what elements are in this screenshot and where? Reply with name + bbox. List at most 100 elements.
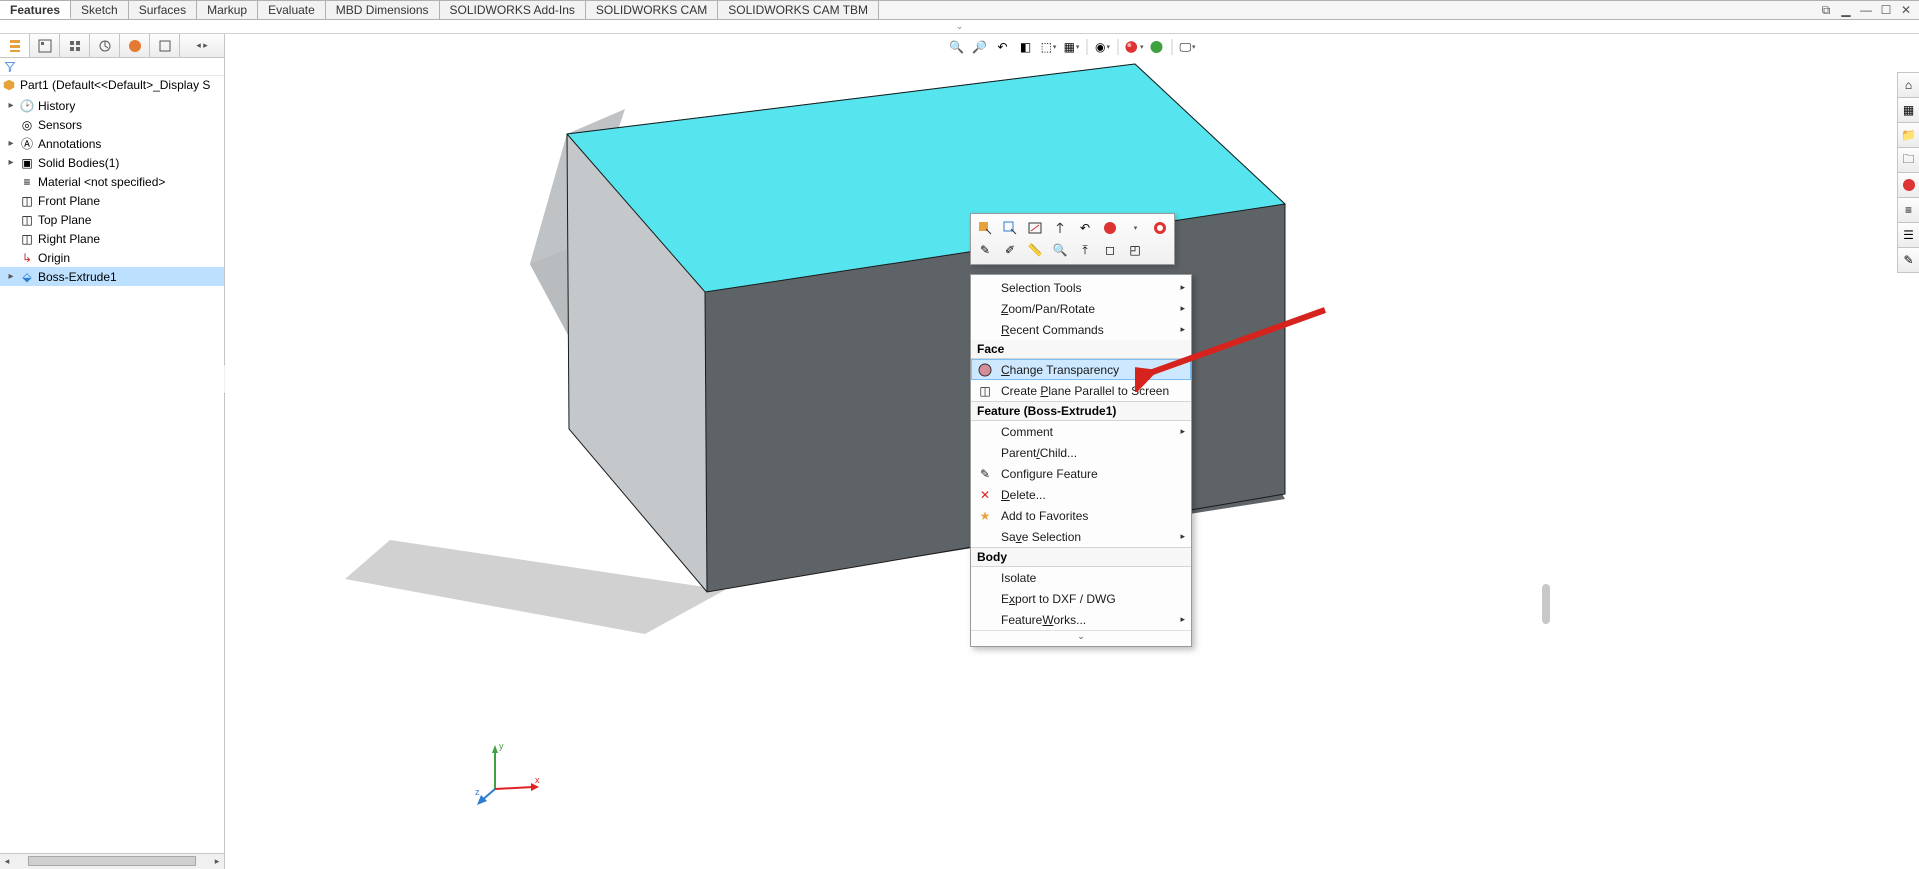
feature-tree: ▸🕑History ◎Sensors ▸ⒶAnnotations ▸▣Solid…: [0, 94, 224, 853]
menu-parent-child[interactable]: Parent/Child...: [971, 442, 1191, 463]
material-icon: ≡: [19, 174, 35, 190]
favorite-icon: ★: [977, 508, 993, 524]
taskpane-library-icon[interactable]: 📁: [1897, 122, 1919, 148]
tree-item-front-plane[interactable]: ◫Front Plane: [0, 191, 224, 210]
menu-selection-tools[interactable]: Selection Tools▸: [971, 277, 1191, 298]
tree-item-top-plane[interactable]: ◫Top Plane: [0, 210, 224, 229]
undo-icon[interactable]: ↶: [1075, 218, 1095, 238]
menu-expand-chevron[interactable]: ⌄: [971, 630, 1191, 644]
tree-item-right-plane[interactable]: ◫Right Plane: [0, 229, 224, 248]
tab-surfaces[interactable]: Surfaces: [129, 0, 197, 19]
taskpane-explorer-icon[interactable]: 🗀: [1897, 147, 1919, 173]
sketch-on-face-icon[interactable]: [1025, 218, 1045, 238]
tree-item-annotations[interactable]: ▸ⒶAnnotations: [0, 134, 224, 153]
doc-minimize-icon[interactable]: ▁: [1839, 3, 1853, 17]
edit-feature-icon[interactable]: [975, 218, 995, 238]
feature-manager-tabs: ◂ ▸: [0, 34, 224, 58]
insert-sketch-icon[interactable]: ✎: [975, 240, 995, 260]
feature-tree-root-label: Part1 (Default<<Default>_Display S: [20, 78, 210, 92]
tab-evaluate[interactable]: Evaluate: [258, 0, 326, 19]
tree-label: Annotations: [38, 137, 101, 151]
menu-save-selection[interactable]: Save Selection▸: [971, 526, 1191, 547]
taskpane-appearance-icon[interactable]: ≡: [1897, 197, 1919, 223]
tab-markup[interactable]: Markup: [197, 0, 258, 19]
ribbon-collapse-handle[interactable]: ⌄: [0, 20, 1919, 34]
tab-solidworks-cam[interactable]: SOLIDWORKS CAM: [586, 0, 718, 19]
menu-change-transparency[interactable]: Change Transparency: [971, 359, 1191, 380]
extrude-icon: ⬙: [19, 269, 35, 285]
tab-solidworks-addins[interactable]: SOLIDWORKS Add-Ins: [440, 0, 586, 19]
graphics-scrollbar: [1542, 584, 1550, 624]
tree-label: Right Plane: [38, 232, 100, 246]
menu-delete[interactable]: ✕Delete...: [971, 484, 1191, 505]
fm-tab-tree[interactable]: [0, 34, 30, 57]
menu-zoom-pan-rotate[interactable]: Zoom/Pan/Rotate▸: [971, 298, 1191, 319]
svg-text:x: x: [535, 775, 540, 785]
view-triad[interactable]: y x z: [475, 739, 545, 809]
plane-icon: ◫: [19, 212, 35, 228]
appearance2-icon[interactable]: [1150, 218, 1170, 238]
menu-configure-feature[interactable]: ✎Configure Feature: [971, 463, 1191, 484]
tree-item-history[interactable]: ▸🕑History: [0, 96, 224, 115]
app-close-icon[interactable]: ✕: [1899, 3, 1913, 17]
taskpane-customprops-icon[interactable]: ☰: [1897, 222, 1919, 248]
measure-icon[interactable]: 📏: [1025, 240, 1045, 260]
tab-sketch[interactable]: Sketch: [71, 0, 129, 19]
plane-icon: ◫: [19, 193, 35, 209]
tree-item-origin[interactable]: ↳Origin: [0, 248, 224, 267]
menu-recent-commands[interactable]: Recent Commands▸: [971, 319, 1191, 340]
normal-to-icon[interactable]: [1050, 218, 1070, 238]
funnel-icon[interactable]: [4, 61, 16, 73]
menu-featureworks[interactable]: FeatureWorks...▸: [971, 609, 1191, 630]
tab-mbd-dimensions[interactable]: MBD Dimensions: [326, 0, 440, 19]
feature-manager-panel: ◂ ▸ Part1 (Default<<Default>_Display S ▸…: [0, 34, 225, 869]
context-toolbar: ↶ ✎ ✐ 📏 🔍 ⤒ ◻ ◰: [970, 213, 1175, 265]
fm-tab-config[interactable]: [60, 34, 90, 57]
menu-comment[interactable]: Comment▸: [971, 421, 1191, 442]
doc-restore-icon[interactable]: ⧉: [1819, 3, 1833, 17]
tree-item-boss-extrude1[interactable]: ▸⬙Boss-Extrude1: [0, 267, 224, 286]
fm-tab-dimxpert[interactable]: [90, 34, 120, 57]
tree-label: History: [38, 99, 75, 113]
3dsketch-icon[interactable]: ✐: [1000, 240, 1020, 260]
appearance-dropdown-icon[interactable]: [1125, 218, 1145, 238]
fm-tab-display[interactable]: [120, 34, 150, 57]
app-maximize-icon[interactable]: ☐: [1879, 3, 1893, 17]
tab-features[interactable]: Features: [0, 0, 71, 19]
taskpane-resources-icon[interactable]: ▦: [1897, 97, 1919, 123]
tree-item-material[interactable]: ≡Material <not specified>: [0, 172, 224, 191]
feature-panel-scrollbar[interactable]: ◂▸: [0, 853, 224, 869]
taskpane-home-icon[interactable]: ⌂: [1897, 72, 1919, 98]
edit-sketch-icon[interactable]: [1000, 218, 1020, 238]
task-pane: ⌂ ▦ 📁 🗀 ≡ ☰ ✎: [1897, 72, 1919, 272]
box-select-icon[interactable]: ◻: [1100, 240, 1120, 260]
tree-label: Solid Bodies(1): [38, 156, 119, 170]
fm-tab-arrows[interactable]: ◂ ▸: [180, 34, 224, 57]
tab-solidworks-cam-tbm[interactable]: SOLIDWORKS CAM TBM: [718, 0, 879, 19]
taskpane-viewpalette-icon[interactable]: [1897, 172, 1919, 198]
menu-create-plane-parallel[interactable]: ◫Create Plane Parallel to Screen: [971, 380, 1191, 401]
menu-isolate[interactable]: Isolate: [971, 567, 1191, 588]
feature-filter-row: [0, 58, 224, 76]
plane-icon: ◫: [19, 231, 35, 247]
app-minimize-icon[interactable]: —: [1859, 3, 1873, 17]
move-face-icon[interactable]: ◰: [1125, 240, 1145, 260]
configure-icon: ✎: [977, 466, 993, 482]
graphics-area[interactable]: 🔍 🔎 ↶ ◧ ⬚ ▦ ◉ 🖵: [225, 34, 1919, 869]
menu-add-favorites[interactable]: ★Add to Favorites: [971, 505, 1191, 526]
appearance-icon[interactable]: [1100, 218, 1120, 238]
taskpane-forum-icon[interactable]: ✎: [1897, 247, 1919, 273]
tree-item-solid-bodies[interactable]: ▸▣Solid Bodies(1): [0, 153, 224, 172]
command-manager-tabs: Features Sketch Surfaces Markup Evaluate…: [0, 0, 1919, 20]
zoom-selection-icon[interactable]: 🔍: [1050, 240, 1070, 260]
tree-label: Boss-Extrude1: [38, 270, 117, 284]
fm-tab-property[interactable]: [30, 34, 60, 57]
menu-export-dxf[interactable]: Export to DXF / DWG: [971, 588, 1191, 609]
tree-item-sensors[interactable]: ◎Sensors: [0, 115, 224, 134]
tree-label: Sensors: [38, 118, 82, 132]
delete-icon: ✕: [977, 487, 993, 503]
menu-header-feature: Feature (Boss-Extrude1): [971, 401, 1191, 421]
normal-to2-icon[interactable]: ⤒: [1075, 240, 1095, 260]
feature-tree-root[interactable]: Part1 (Default<<Default>_Display S: [0, 76, 224, 94]
fm-tab-cam[interactable]: [150, 34, 180, 57]
